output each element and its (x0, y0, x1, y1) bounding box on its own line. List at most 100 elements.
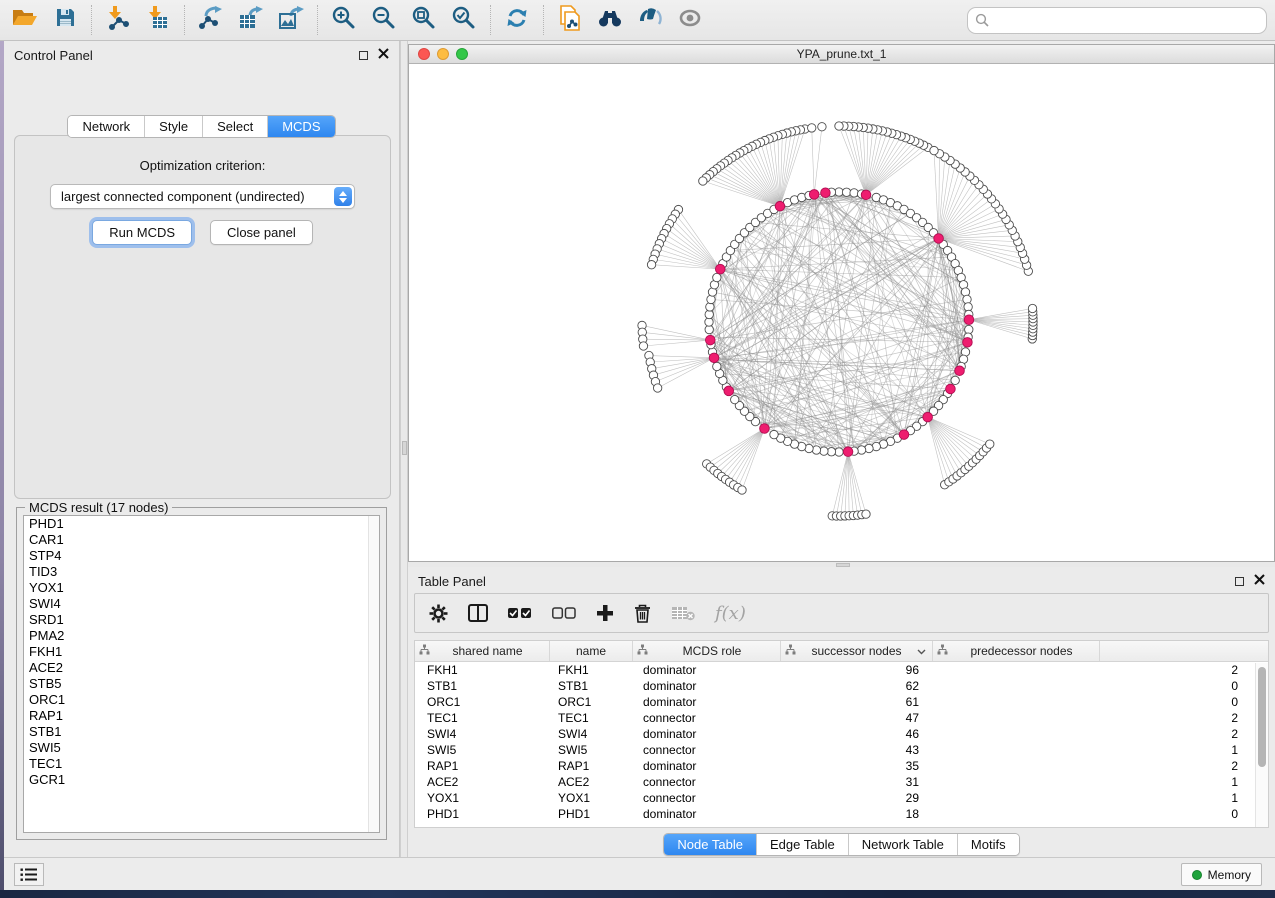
mcds-result-item[interactable]: FKH1 (24, 644, 379, 660)
delete-table-button-disabled[interactable] (671, 605, 695, 621)
float-panel-icon[interactable] (1235, 577, 1244, 586)
memory-status-icon (1192, 870, 1202, 880)
first-neighbors-button[interactable] (593, 4, 627, 36)
refresh-button[interactable] (500, 4, 534, 36)
mcds-result-item[interactable]: STB1 (24, 724, 379, 740)
table-cell: connector (633, 791, 781, 805)
table-tab-network-table[interactable]: Network Table (849, 834, 958, 855)
mcds-result-item[interactable]: RAP1 (24, 708, 379, 724)
network-window-titlebar[interactable]: YPA_prune.txt_1 (409, 45, 1274, 64)
mcds-result-item[interactable]: ACE2 (24, 660, 379, 676)
open-session-button[interactable] (8, 4, 42, 36)
show-columns-button[interactable] (468, 604, 488, 622)
table-row[interactable]: STB1STB1dominator620 (415, 678, 1268, 694)
table-cell: 46 (781, 727, 933, 741)
mcds-result-item[interactable]: ORC1 (24, 692, 379, 708)
close-panel-button[interactable]: Close panel (210, 220, 313, 245)
column-header-MCDS-role[interactable]: MCDS role (633, 641, 781, 661)
new-network-from-selection-button[interactable] (553, 4, 587, 36)
task-history-button[interactable] (14, 863, 44, 886)
export-network-button[interactable] (194, 4, 228, 36)
minimize-window-button[interactable] (437, 48, 449, 60)
network-graph[interactable] (409, 64, 1274, 561)
table-scrollbar-thumb[interactable] (1258, 667, 1266, 767)
mcds-result-item[interactable]: GCR1 (24, 772, 379, 788)
close-panel-icon[interactable] (378, 46, 389, 64)
mcds-result-title: MCDS result (17 nodes) (25, 500, 172, 515)
table-row[interactable]: SWI4SWI4dominator462 (415, 726, 1268, 742)
table-cell: 35 (781, 759, 933, 773)
vertical-splitter[interactable] (400, 41, 408, 857)
zoom-out-button[interactable] (367, 4, 401, 36)
save-session-button[interactable] (48, 4, 82, 36)
table-row[interactable]: FKH1FKH1dominator962 (415, 662, 1268, 678)
table-row[interactable]: PHD1PHD1dominator180 (415, 806, 1268, 822)
select-all-rows-button[interactable] (508, 607, 532, 619)
control-tab-style[interactable]: Style (145, 116, 203, 137)
add-column-button[interactable] (596, 604, 614, 622)
table-cell: 61 (781, 695, 933, 709)
optimization-criterion-dropdown[interactable]: largest connected component (undirected) (50, 184, 355, 209)
mcds-result-item[interactable]: STP4 (24, 548, 379, 564)
table-row[interactable]: ACE2ACE2connector311 (415, 774, 1268, 790)
vertical-splitter-handle[interactable] (402, 441, 407, 455)
mcds-result-item[interactable]: TEC1 (24, 756, 379, 772)
mcds-result-item[interactable]: SWI4 (24, 596, 379, 612)
memory-button[interactable]: Memory (1181, 863, 1262, 886)
table-row[interactable]: YOX1YOX1connector291 (415, 790, 1268, 806)
import-network-button[interactable] (101, 4, 135, 36)
float-panel-icon[interactable] (359, 51, 368, 60)
table-cell: dominator (633, 807, 781, 821)
search-icon (975, 13, 990, 33)
show-hidden-button[interactable] (673, 4, 707, 36)
table-row[interactable]: RAP1RAP1dominator352 (415, 758, 1268, 774)
mcds-result-item[interactable]: TID3 (24, 564, 379, 580)
table-row[interactable]: TEC1TEC1connector472 (415, 710, 1268, 726)
hierarchy-icon (637, 644, 648, 658)
table-row[interactable]: SWI5SWI5connector431 (415, 742, 1268, 758)
hide-selected-button[interactable] (633, 4, 667, 36)
export-image-button[interactable] (274, 4, 308, 36)
table-tab-edge-table[interactable]: Edge Table (757, 834, 849, 855)
zoom-selected-button[interactable] (447, 4, 481, 36)
column-header-shared-name[interactable]: shared name (415, 641, 550, 661)
column-header-name[interactable]: name (550, 641, 633, 661)
table-cell: PHD1 (550, 807, 633, 821)
table-cell: 31 (781, 775, 933, 789)
table-cell: 2 (933, 759, 1250, 773)
mcds-result-item[interactable]: SWI5 (24, 740, 379, 756)
run-mcds-button[interactable]: Run MCDS (92, 220, 192, 245)
table-settings-button[interactable] (429, 604, 448, 623)
maximize-window-button[interactable] (456, 48, 468, 60)
import-table-button[interactable] (141, 4, 175, 36)
close-panel-icon[interactable] (1254, 572, 1265, 590)
horizontal-splitter-handle[interactable] (836, 563, 850, 567)
column-header-predecessor-nodes[interactable]: predecessor nodes (933, 641, 1100, 661)
refresh-icon (505, 6, 529, 35)
delete-column-button[interactable] (634, 604, 651, 623)
mcds-result-item[interactable]: CAR1 (24, 532, 379, 548)
control-tab-select[interactable]: Select (203, 116, 268, 137)
table-cell: 96 (781, 663, 933, 677)
export-table-button[interactable] (234, 4, 268, 36)
function-builder-button-disabled[interactable]: f(x) (715, 603, 746, 624)
close-window-button[interactable] (418, 48, 430, 60)
table-cell: STB1 (415, 679, 550, 693)
control-tab-network[interactable]: Network (68, 116, 145, 137)
mcds-result-item[interactable]: PMA2 (24, 628, 379, 644)
deselect-all-rows-button[interactable] (552, 607, 576, 619)
zoom-in-button[interactable] (327, 4, 361, 36)
table-row[interactable]: ORC1ORC1dominator610 (415, 694, 1268, 710)
mcds-result-item[interactable]: PHD1 (24, 516, 379, 532)
table-tab-motifs[interactable]: Motifs (958, 834, 1019, 855)
search-input[interactable] (967, 7, 1267, 34)
mcds-result-item[interactable]: YOX1 (24, 580, 379, 596)
mcds-result-item[interactable]: STB5 (24, 676, 379, 692)
network-canvas[interactable] (409, 64, 1274, 561)
column-header-successor-nodes[interactable]: successor nodes (781, 641, 933, 661)
control-tab-mcds[interactable]: MCDS (268, 116, 334, 137)
table-tab-node-table[interactable]: Node Table (664, 834, 757, 855)
mcds-list-scrollbar[interactable] (368, 516, 379, 832)
mcds-result-item[interactable]: SRD1 (24, 612, 379, 628)
zoom-fit-button[interactable] (407, 4, 441, 36)
